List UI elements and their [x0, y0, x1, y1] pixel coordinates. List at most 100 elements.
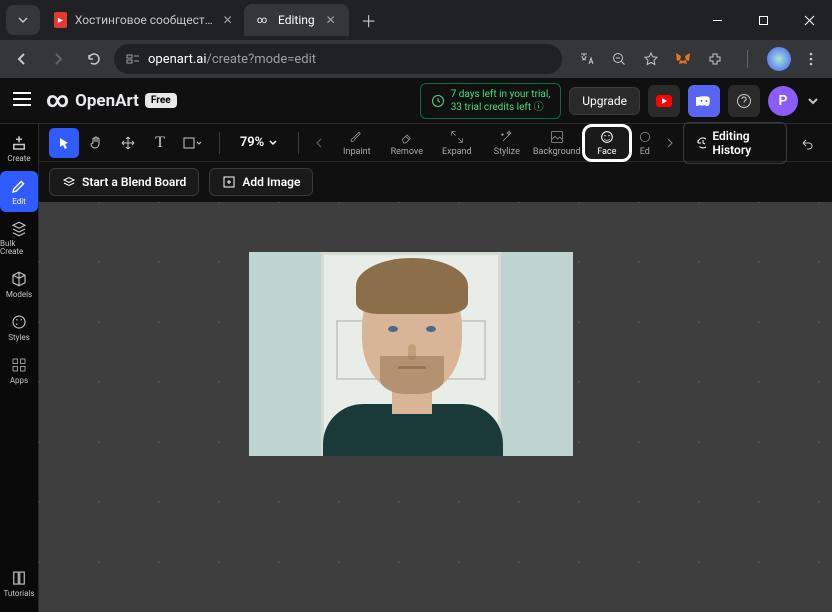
- chevron-down-icon[interactable]: [806, 94, 820, 108]
- chevron-down-icon: [268, 138, 278, 148]
- cube-icon: [10, 270, 28, 288]
- url-path: /create?mode=edit: [207, 52, 317, 67]
- ai-tool-background[interactable]: Background: [532, 124, 582, 162]
- user-avatar[interactable]: P: [768, 86, 798, 116]
- main-area: T 79% Inpaint Remove: [39, 124, 832, 612]
- minimize-button[interactable]: [694, 0, 740, 40]
- redo-button[interactable]: [827, 128, 832, 158]
- canvas-image[interactable]: [249, 252, 573, 456]
- edit-icon: [637, 129, 653, 145]
- ai-tool-expand[interactable]: Expand: [432, 124, 482, 162]
- infinity-icon: ∞: [46, 88, 69, 113]
- editing-history-button[interactable]: Editing History: [683, 122, 787, 164]
- bookmark-icon[interactable]: [636, 44, 666, 74]
- divider: [219, 132, 220, 154]
- layers-icon: [10, 220, 28, 238]
- left-rail: Create Edit Bulk Create Models Styles Ap…: [0, 124, 39, 612]
- metamask-icon[interactable]: [668, 44, 698, 74]
- rail-bulk-create[interactable]: Bulk Create: [0, 214, 38, 262]
- ai-tool-remove[interactable]: Remove: [382, 124, 432, 162]
- eraser-icon: [399, 129, 415, 145]
- maximize-button[interactable]: [740, 0, 786, 40]
- app-root: ∞ OpenArt Free 7 days left in your trial…: [0, 78, 832, 612]
- new-tab-button[interactable]: ＋: [355, 6, 383, 34]
- image-icon: [549, 129, 565, 145]
- palette-icon: [10, 313, 28, 331]
- add-image-button[interactable]: Add Image: [209, 168, 313, 196]
- book-icon: [10, 569, 28, 587]
- profile-button[interactable]: [764, 44, 794, 74]
- url-host: openart.ai: [148, 52, 207, 67]
- close-icon[interactable]: ✕: [323, 12, 339, 28]
- zoom-control[interactable]: 79%: [232, 135, 286, 150]
- plan-badge: Free: [145, 93, 177, 108]
- browser-address-bar: openart.ai/create?mode=edit: [0, 40, 832, 78]
- edit-icon: [10, 177, 28, 195]
- forward-button[interactable]: [42, 43, 74, 75]
- discord-button[interactable]: [688, 85, 720, 117]
- tab-search-button[interactable]: [6, 5, 40, 35]
- rail-edit[interactable]: Edit: [0, 171, 38, 212]
- shape-tool[interactable]: [177, 128, 207, 158]
- app-header: ∞ OpenArt Free 7 days left in your trial…: [0, 78, 832, 124]
- divider: [732, 44, 762, 74]
- face-icon: [599, 129, 615, 145]
- extensions-icon[interactable]: [700, 44, 730, 74]
- ai-tool-partial[interactable]: Ed: [632, 124, 658, 162]
- menu-button[interactable]: [12, 91, 36, 111]
- reload-button[interactable]: [78, 43, 110, 75]
- rail-tutorials[interactable]: Tutorials: [0, 563, 38, 604]
- ai-tool-stylize[interactable]: Stylize: [482, 124, 532, 162]
- layers-icon: [62, 175, 76, 189]
- chevron-down-icon: [17, 14, 29, 26]
- rail-styles[interactable]: Styles: [0, 307, 38, 348]
- youtube-button[interactable]: [648, 85, 680, 117]
- clock-icon: [431, 94, 445, 108]
- close-window-button[interactable]: [786, 0, 832, 40]
- blend-board-button[interactable]: Start a Blend Board: [49, 168, 199, 196]
- favicon-icon: ▸: [54, 12, 67, 28]
- translate-icon[interactable]: [572, 44, 602, 74]
- trial-status[interactable]: 7 days left in your trial, 33 trial cred…: [420, 83, 562, 119]
- favicon-icon: ∞: [254, 12, 270, 28]
- action-row: Start a Blend Board Add Image: [39, 162, 832, 202]
- zoom-icon[interactable]: [604, 44, 634, 74]
- tab-title: Editing: [278, 13, 315, 27]
- canvas[interactable]: [39, 202, 832, 612]
- brush-icon: [349, 129, 365, 145]
- site-settings-icon[interactable]: [126, 52, 140, 66]
- help-button[interactable]: [728, 85, 760, 117]
- ai-tools-prev[interactable]: [311, 128, 328, 158]
- trial-line1: 7 days left in your trial,: [451, 88, 551, 101]
- logo[interactable]: ∞ OpenArt Free: [46, 88, 177, 113]
- divider: [298, 132, 299, 154]
- upgrade-button[interactable]: Upgrade: [569, 87, 640, 115]
- create-icon: [10, 134, 28, 152]
- grid-icon: [10, 356, 28, 374]
- back-button[interactable]: [6, 43, 38, 75]
- trial-line2: 33 trial credits left: [451, 102, 531, 113]
- hand-tool[interactable]: [81, 128, 111, 158]
- expand-icon: [449, 129, 465, 145]
- browser-tabs: ▸ Хостинговое сообщество «Tim ✕ ∞ Editin…: [44, 0, 383, 40]
- window-controls: [694, 0, 832, 40]
- browser-titlebar: ▸ Хостинговое сообщество «Tim ✕ ∞ Editin…: [0, 0, 832, 40]
- cursor-tool[interactable]: [49, 128, 79, 158]
- browser-tab-0[interactable]: ▸ Хостинговое сообщество «Tim ✕: [44, 4, 244, 36]
- browser-tab-1[interactable]: ∞ Editing ✕: [244, 4, 349, 36]
- rail-models[interactable]: Models: [0, 264, 38, 305]
- wand-icon: [499, 129, 515, 145]
- close-icon[interactable]: ✕: [221, 12, 234, 28]
- rail-create[interactable]: Create: [0, 128, 38, 169]
- brand-text: OpenArt: [75, 91, 139, 111]
- undo-button[interactable]: [795, 128, 819, 158]
- move-tool[interactable]: [113, 128, 143, 158]
- ai-tool-inpaint[interactable]: Inpaint: [332, 124, 382, 162]
- ai-tools-next[interactable]: [662, 128, 679, 158]
- menu-button[interactable]: [796, 44, 826, 74]
- text-tool[interactable]: T: [145, 128, 175, 158]
- rail-apps[interactable]: Apps: [0, 350, 38, 391]
- ai-tool-face[interactable]: Face: [582, 124, 632, 162]
- history-icon: [696, 136, 707, 150]
- url-input[interactable]: openart.ai/create?mode=edit: [114, 44, 562, 74]
